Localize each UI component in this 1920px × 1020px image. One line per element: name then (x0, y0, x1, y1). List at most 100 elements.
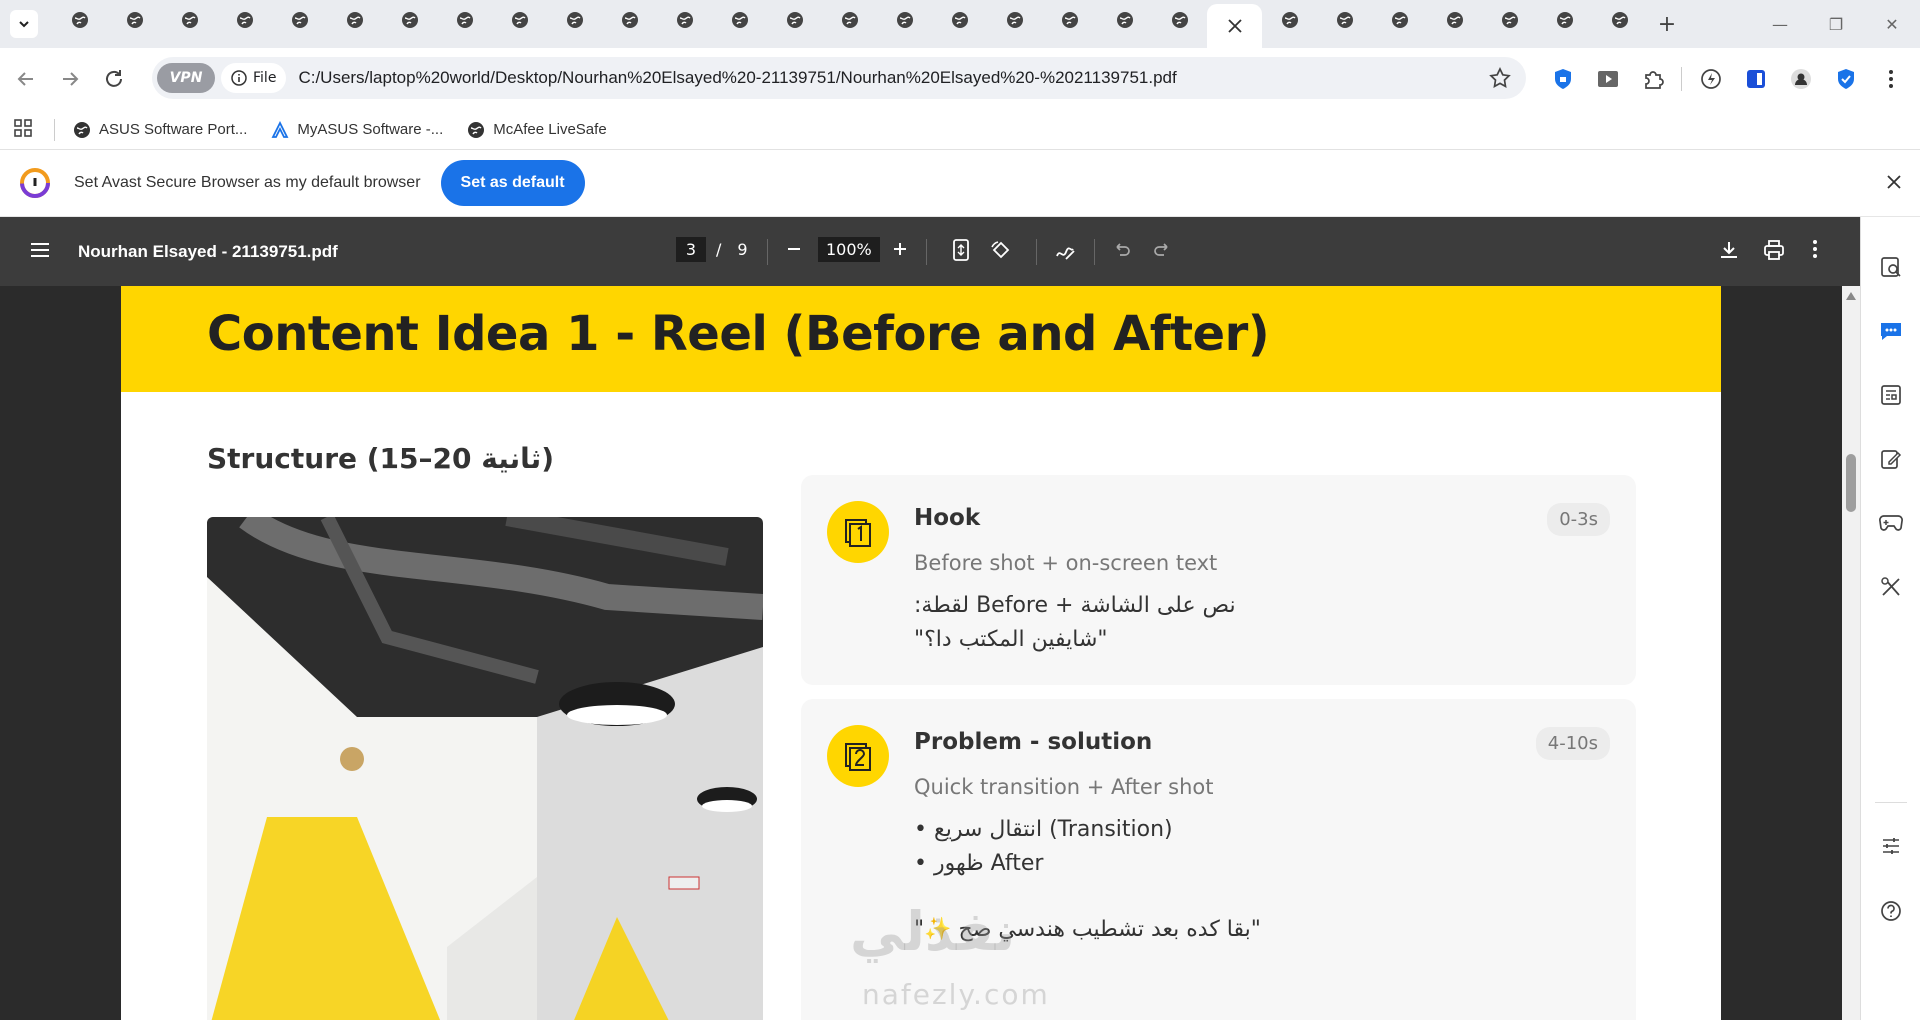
performance-button[interactable] (1688, 59, 1733, 99)
globe-icon (951, 12, 968, 28)
browser-tab[interactable] (547, 0, 602, 40)
sidebar-help-button[interactable] (1877, 897, 1905, 925)
video-extension-button[interactable] (1585, 59, 1630, 99)
bookmark-myasus[interactable]: MyASUS Software -... (271, 120, 443, 139)
plus-icon (894, 243, 906, 255)
sidebar-customize-button[interactable] (1877, 832, 1905, 860)
address-bar[interactable]: VPN File C:/Users/laptop%20world/Desktop… (152, 57, 1526, 99)
browser-tab[interactable] (1482, 0, 1537, 40)
browser-tab-active[interactable] (1207, 4, 1262, 48)
browser-tab[interactable] (1042, 0, 1097, 40)
url-text[interactable]: C:/Users/laptop%20world/Desktop/Nourhan%… (298, 68, 1176, 88)
browser-tab[interactable] (1152, 0, 1207, 40)
globe-icon (1611, 12, 1628, 28)
bookmarks-bar: ASUS Software Port... MyASUS Software -.… (0, 110, 1920, 150)
globe-icon (126, 12, 143, 28)
browser-tab[interactable] (1427, 0, 1482, 40)
reload-button[interactable] (96, 61, 132, 97)
bookmark-asus[interactable]: ASUS Software Port... (73, 121, 247, 139)
infobar-close-button[interactable] (1886, 171, 1902, 196)
browser-tab[interactable] (1537, 0, 1592, 40)
browser-tab[interactable] (1317, 0, 1372, 40)
browser-tab[interactable] (1097, 0, 1152, 40)
browser-tab[interactable] (327, 0, 382, 40)
browser-tab[interactable] (107, 0, 162, 40)
browser-tab[interactable] (52, 0, 107, 40)
sidebar-toggle-button[interactable] (1733, 59, 1778, 99)
zoom-in-button[interactable] (890, 239, 910, 263)
fit-page-button[interactable] (952, 239, 970, 265)
sidebar-news-button[interactable] (1877, 381, 1905, 409)
browser-tab[interactable] (1372, 0, 1427, 40)
avast-logo-icon (20, 168, 50, 198)
site-info-chip[interactable]: File (221, 63, 287, 93)
zoom-level-input[interactable]: 100% (818, 237, 880, 262)
globe-icon (468, 121, 485, 138)
browser-tab[interactable] (492, 0, 547, 40)
sidebar-messenger-button[interactable] (1877, 317, 1905, 345)
redo-button[interactable] (1152, 239, 1172, 263)
globe-icon (1281, 12, 1298, 28)
bookmark-star-button[interactable] (1488, 66, 1512, 94)
sidebar-search-button[interactable] (1877, 253, 1905, 281)
restore-button[interactable]: ❐ (1808, 0, 1864, 48)
pdf-scrollbar[interactable] (1842, 286, 1860, 1020)
pdf-menu-button[interactable] (30, 242, 50, 262)
undo-icon (1116, 243, 1130, 256)
page-total: 9 (737, 240, 748, 259)
globe-icon (346, 12, 363, 28)
download-button[interactable] (1718, 239, 1740, 265)
browser-sidebar (1860, 217, 1920, 1020)
new-tab-button[interactable]: + (1647, 4, 1687, 44)
browser-tab[interactable] (217, 0, 272, 40)
browser-tab[interactable] (657, 0, 712, 40)
help-icon (1881, 901, 1901, 921)
print-button[interactable] (1763, 239, 1785, 265)
undo-button[interactable] (1112, 239, 1132, 263)
apps-button[interactable] (14, 118, 32, 141)
scrollbar-thumb[interactable] (1846, 454, 1856, 512)
vpn-button[interactable]: VPN (157, 63, 215, 93)
privacy-extension-button[interactable] (1540, 59, 1585, 99)
gamepad-icon (1879, 515, 1903, 531)
menu-button[interactable] (1868, 59, 1913, 99)
browser-tab[interactable] (877, 0, 932, 40)
card-subtitle: Before shot + on-screen text (914, 551, 1218, 575)
browser-tab[interactable] (767, 0, 822, 40)
browser-tab[interactable] (1262, 0, 1317, 40)
browser-tab[interactable] (987, 0, 1042, 40)
set-as-default-button[interactable]: Set as default (440, 160, 585, 206)
zoom-out-button[interactable] (784, 239, 804, 263)
profile-button[interactable] (1778, 59, 1823, 99)
close-window-button[interactable]: ✕ (1864, 0, 1920, 48)
sidebar-games-button[interactable] (1877, 509, 1905, 537)
watermark-arabic: نفذلي (850, 900, 1016, 963)
browser-tab[interactable] (712, 0, 767, 40)
extensions-button[interactable] (1630, 59, 1675, 99)
globe-icon (731, 12, 748, 28)
browser-tab[interactable] (382, 0, 437, 40)
draw-button[interactable] (1054, 239, 1076, 265)
sidebar-tools-button[interactable] (1877, 573, 1905, 601)
browser-tab[interactable] (437, 0, 492, 40)
close-tab-icon[interactable] (1227, 18, 1243, 34)
browser-tab[interactable] (162, 0, 217, 40)
forward-button[interactable] (52, 61, 88, 97)
page-number-input[interactable]: 3 (676, 237, 706, 262)
browser-tab[interactable] (272, 0, 327, 40)
toolbar-divider (1094, 239, 1095, 265)
tab-search-button[interactable] (10, 10, 38, 38)
minimize-button[interactable]: — (1752, 0, 1808, 48)
pdf-more-button[interactable] (1812, 239, 1818, 263)
card-line: "شايفين المكتب دا؟" (914, 627, 1108, 652)
browser-tab[interactable] (822, 0, 877, 40)
rotate-button[interactable] (990, 239, 1012, 265)
browser-tab[interactable] (602, 0, 657, 40)
security-button[interactable] (1823, 59, 1868, 99)
browser-tab[interactable] (932, 0, 987, 40)
sidebar-notes-button[interactable] (1877, 445, 1905, 473)
browser-tab[interactable] (1592, 0, 1647, 40)
office-photo (207, 517, 763, 1020)
back-button[interactable] (8, 61, 44, 97)
bookmark-mcafee[interactable]: McAfee LiveSafe (467, 121, 607, 139)
